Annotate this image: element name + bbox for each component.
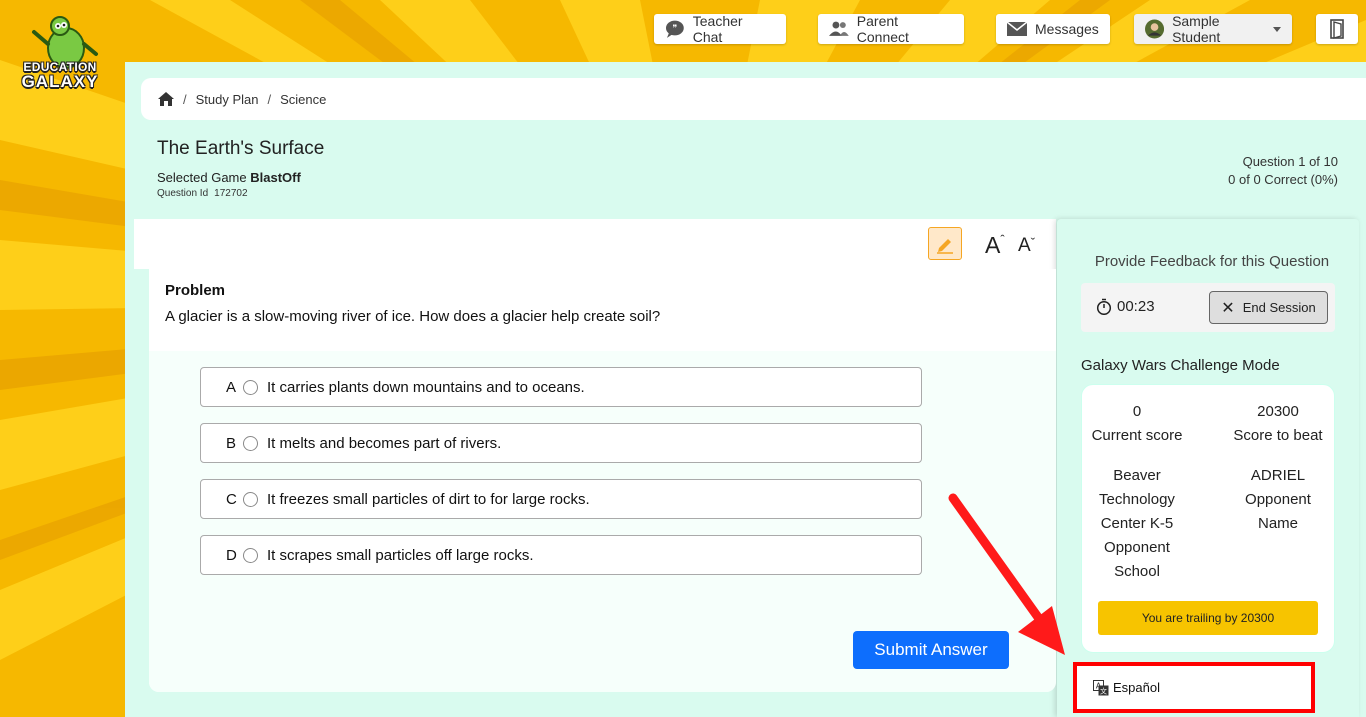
opponent-school-value: Beaver Technology Center K-5 <box>1099 467 1175 532</box>
end-session-label: End Session <box>1242 300 1316 315</box>
opponent-name-label: Opponent Name <box>1245 491 1311 532</box>
answer-text: It freezes small particles of dirt to fo… <box>267 490 590 508</box>
question-toolbar <box>134 219 1056 269</box>
end-session-button[interactable]: ✕ End Session <box>1209 291 1328 324</box>
breadcrumb-separator: / <box>183 91 187 107</box>
chevron-down-icon <box>1273 26 1281 32</box>
question-id-value: 172702 <box>214 188 248 199</box>
teacher-chat-label: Teacher Chat <box>692 13 743 45</box>
home-icon[interactable] <box>158 92 174 106</box>
opponent-name: ADRIEL Opponent Name <box>1222 464 1334 536</box>
svg-text:文: 文 <box>1100 686 1107 695</box>
stopwatch-icon <box>1096 298 1112 315</box>
question-progress-text: Question 1 of 10 <box>1242 154 1338 169</box>
submit-answer-button[interactable]: Submit Answer <box>853 631 1009 669</box>
breadcrumb-study-plan[interactable]: Study Plan <box>196 92 259 107</box>
answer-text: It scrapes small particles off large roc… <box>267 546 534 564</box>
door-exit-icon <box>1330 19 1344 39</box>
challenge-mode-title: Galaxy Wars Challenge Mode <box>1081 357 1280 374</box>
font-decrease-icon: A <box>1018 235 1031 256</box>
breadcrumb-separator: / <box>267 91 272 107</box>
translate-icon: A 文 <box>1093 679 1109 695</box>
question-progress: Question 1 of 10 0 of 0 Correct (0%) <box>1228 153 1338 189</box>
problem-label: Problem <box>165 282 226 299</box>
logout-button[interactable] <box>1316 14 1358 44</box>
question-id-label: Question Id <box>157 188 209 199</box>
score-to-beat-label: Score to beat <box>1233 427 1323 444</box>
score-to-beat: 20300 Score to beat <box>1222 400 1334 448</box>
font-increase-icon: A <box>985 232 1001 258</box>
selected-game-label: Selected Game <box>157 170 247 185</box>
pencil-icon <box>937 238 953 254</box>
chat-bubble-icon: ❞ <box>665 20 684 38</box>
opponent-school-label: Opponent School <box>1104 539 1170 580</box>
users-icon <box>829 21 849 36</box>
opponent-name-value: ADRIEL <box>1250 467 1306 484</box>
selected-game-value: BlastOff <box>250 170 301 185</box>
problem-text: A glacier is a slow-moving river of ice.… <box>165 308 661 325</box>
font-increase-button[interactable]: Aˆ <box>985 232 1005 259</box>
answer-option-c[interactable]: C It freezes small particles of dirt to … <box>200 479 922 519</box>
session-timer: 00:23 <box>1096 298 1155 315</box>
envelope-icon <box>1007 22 1027 36</box>
answer-letter: A <box>226 378 237 396</box>
current-score-value: 0 <box>1132 403 1142 420</box>
question-id: Question Id 172702 <box>157 188 248 199</box>
answer-letter: C <box>226 490 237 508</box>
svg-text:❞: ❞ <box>672 24 677 34</box>
font-decrease-button[interactable]: Aˇ <box>1018 235 1035 257</box>
current-score-label: Current score <box>1091 427 1183 444</box>
current-score: 0 Current score <box>1081 400 1193 448</box>
answer-letter: D <box>226 546 237 564</box>
parent-connect-button[interactable]: Parent Connect <box>818 13 964 45</box>
answer-text: It melts and becomes part of rivers. <box>267 434 502 452</box>
teacher-chat-button[interactable]: ❞ Teacher Chat <box>654 13 786 45</box>
selected-game: Selected Game BlastOff <box>157 170 301 185</box>
answer-letter: B <box>226 434 237 452</box>
highlighter-button[interactable] <box>928 227 962 260</box>
score-to-beat-value: 20300 <box>1257 403 1299 420</box>
page-title: The Earth's Surface <box>157 138 325 159</box>
radio-button[interactable] <box>243 491 258 507</box>
parent-connect-label: Parent Connect <box>856 13 909 45</box>
opponent-school: Beaver Technology Center K-5 Opponent Sc… <box>1081 464 1193 584</box>
avatar <box>1145 19 1165 39</box>
breadcrumb: / Study Plan / Science <box>141 78 1366 120</box>
breadcrumb-science: Science <box>280 91 327 107</box>
messages-label: Messages <box>1035 21 1099 37</box>
trailing-banner: You are trailing by 20300 <box>1098 601 1318 635</box>
radio-button[interactable] <box>243 379 258 395</box>
answer-option-a[interactable]: A It carries plants down mountains and t… <box>200 367 922 407</box>
correct-count-text: 0 of 0 Correct (0%) <box>1228 172 1338 187</box>
radio-button[interactable] <box>243 435 258 451</box>
answer-option-b[interactable]: B It melts and becomes part of rivers. <box>200 423 922 463</box>
messages-button[interactable]: Messages <box>996 14 1110 44</box>
answer-text: It carries plants down mountains and to … <box>267 378 585 396</box>
logo-wordmark: EDUCATION GALAXY <box>14 60 106 92</box>
student-menu-dropdown[interactable]: Sample Student <box>1134 13 1292 45</box>
espanol-label: Español <box>1113 680 1160 695</box>
espanol-language-button[interactable]: A 文 Español <box>1073 662 1315 713</box>
radio-button[interactable] <box>243 547 258 563</box>
close-icon: ✕ <box>1221 299 1235 317</box>
answer-option-d[interactable]: D It scrapes small particles off large r… <box>200 535 922 575</box>
timer-value: 00:23 <box>1117 298 1155 315</box>
logo-line-2: GALAXY <box>21 72 99 91</box>
student-name: Sample Student <box>1172 13 1221 45</box>
provide-feedback-link[interactable]: Provide Feedback for this Question <box>1057 253 1366 270</box>
